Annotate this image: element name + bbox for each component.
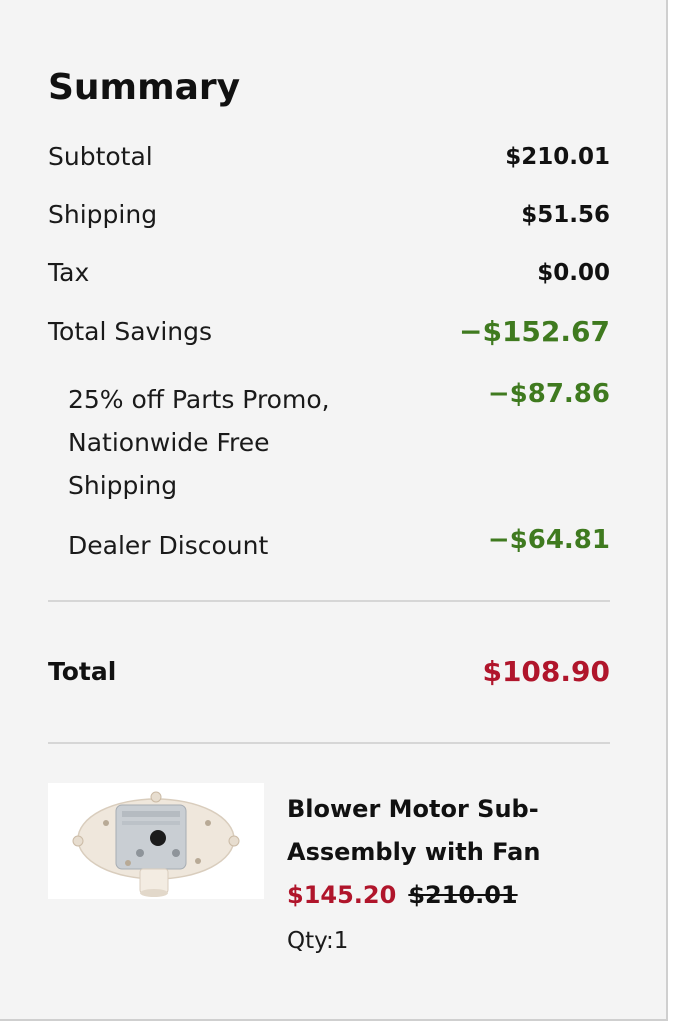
shipping-value: $51.56	[521, 202, 610, 228]
total-value: $108.90	[482, 655, 610, 688]
total-savings-value: −$152.67	[459, 315, 610, 348]
summary-title: Summary	[48, 67, 241, 108]
blower-motor-image[interactable]	[48, 783, 264, 899]
dealer-discount-row: Dealer Discount −$64.81	[68, 524, 610, 567]
product-name-link[interactable]: Blower Motor Sub-Assembly with Fan	[287, 788, 587, 874]
dealer-discount-label: Dealer Discount	[68, 531, 269, 560]
subtotal-value: $210.01	[505, 144, 610, 170]
shipping-label: Shipping	[48, 200, 158, 229]
promo-savings-label: 25% off Parts Promo, Nationwide Free Shi…	[68, 385, 330, 500]
total-savings-label: Total Savings	[48, 317, 213, 346]
product-original-price: $210.01	[408, 881, 518, 909]
promo-savings-row: 25% off Parts Promo, Nationwide Free Shi…	[68, 378, 610, 507]
total-savings-row: Total Savings −$152.67	[48, 317, 610, 347]
product-sale-price: $145.20	[287, 881, 397, 909]
product-info: Blower Motor Sub-Assembly with Fan $145.…	[287, 788, 587, 956]
tax-value: $0.00	[537, 260, 610, 286]
order-summary-panel: Summary Subtotal $210.01 Shipping $51.56…	[0, 0, 668, 1021]
divider	[48, 600, 610, 602]
total-row: Total $108.90	[48, 657, 610, 687]
total-label: Total	[48, 657, 117, 686]
product-price-line: $145.20 $210.01	[287, 880, 587, 910]
subtotal-row: Subtotal $210.01	[48, 142, 610, 172]
tax-label: Tax	[48, 258, 90, 287]
promo-savings-value: −$87.86	[487, 379, 610, 409]
shipping-row: Shipping $51.56	[48, 200, 610, 230]
divider	[48, 742, 610, 744]
product-quantity: Qty:1	[287, 928, 349, 954]
subtotal-label: Subtotal	[48, 142, 153, 171]
tax-row: Tax $0.00	[48, 258, 610, 288]
dealer-discount-value: −$64.81	[487, 525, 610, 555]
